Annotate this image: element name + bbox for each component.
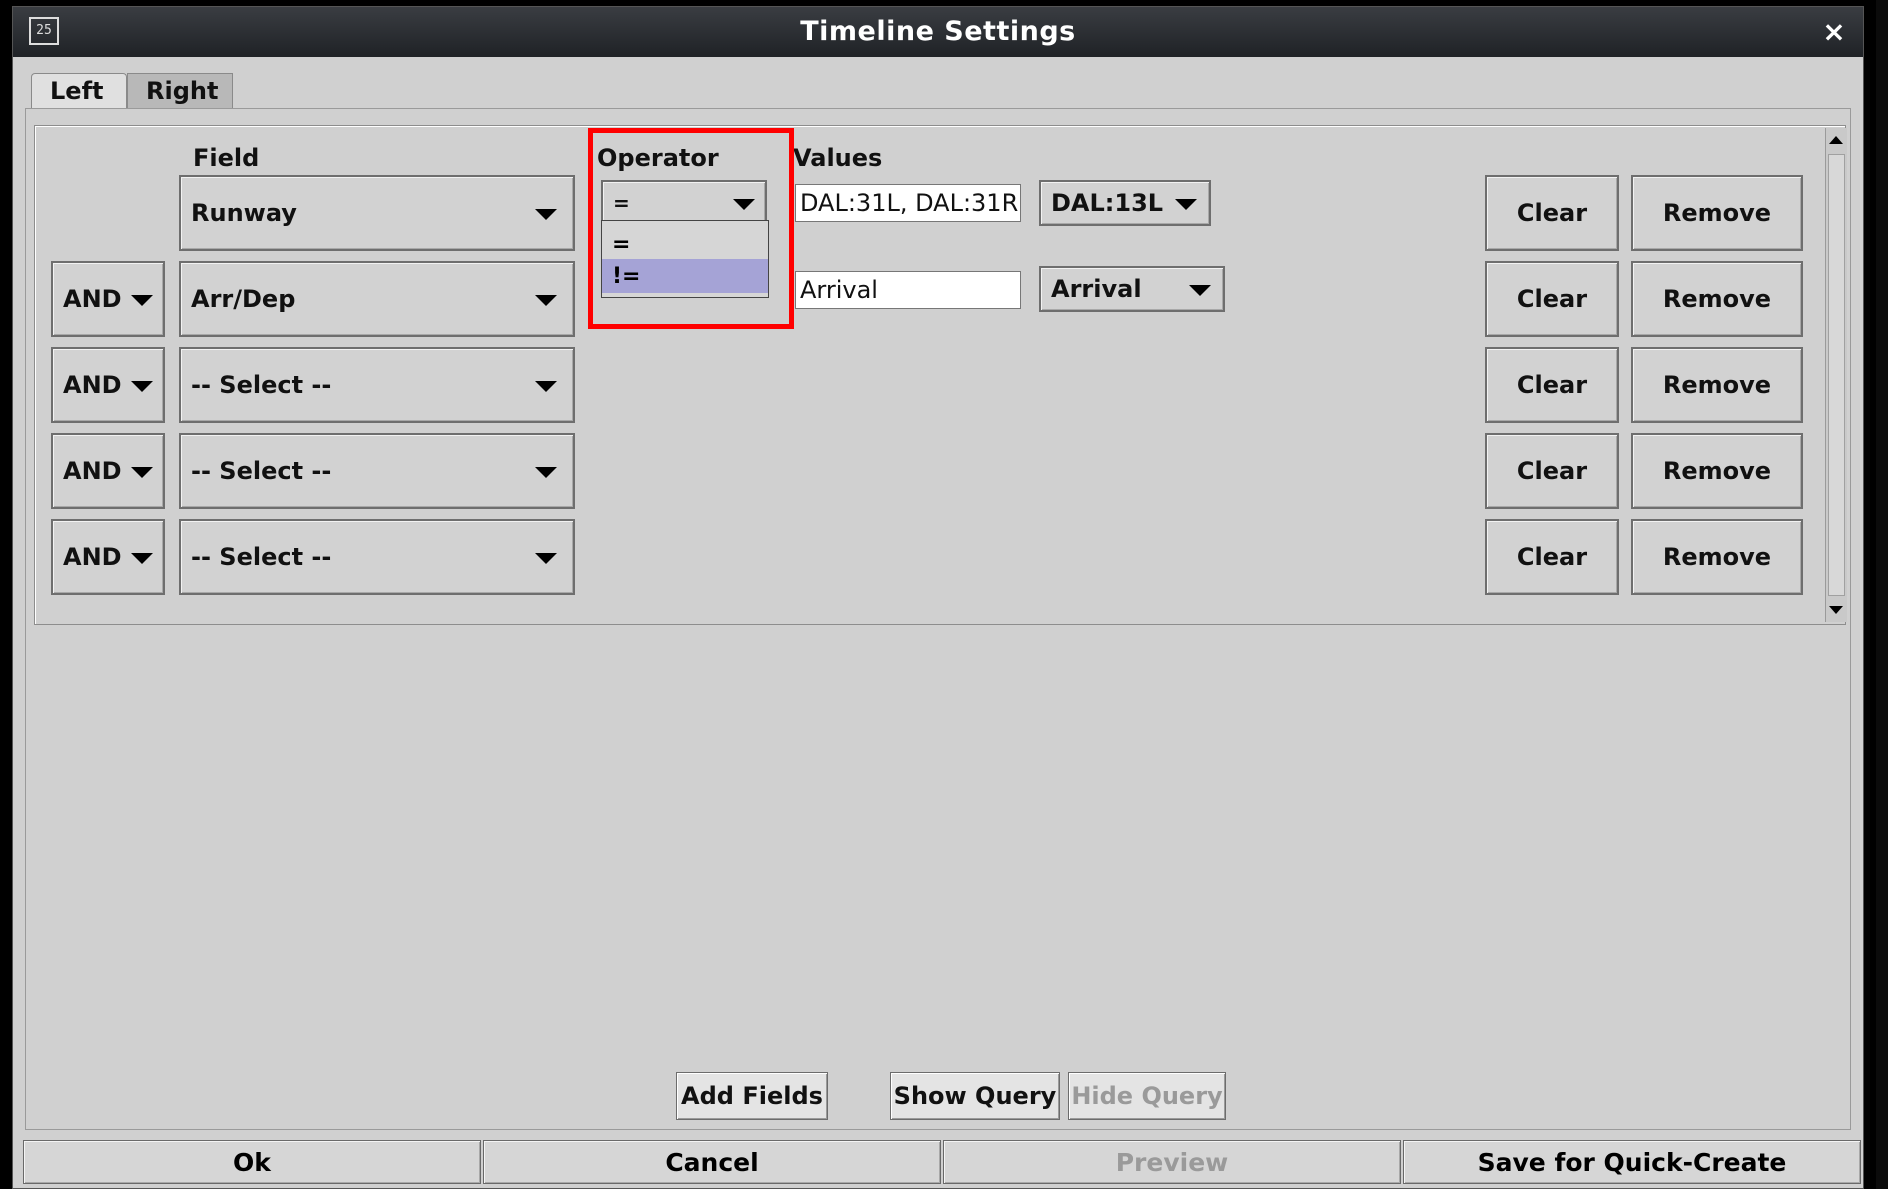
conjunction-select-row-2[interactable]: AND	[51, 261, 165, 337]
operator-highlight-box	[588, 128, 794, 329]
title-bar[interactable]: 25 Timeline Settings ×	[13, 7, 1863, 57]
values-text-field-row-2[interactable]: Arrival	[795, 271, 1021, 309]
field-select-row-5[interactable]: -- Select --	[179, 519, 575, 595]
tab-right[interactable]: Right	[127, 73, 233, 109]
values-header: Values	[793, 144, 883, 172]
chevron-down-icon	[535, 295, 557, 306]
query-builder-panel: Field Operator Values Runway = DAL:31L, …	[34, 125, 1847, 625]
remove-button-row-3[interactable]: Remove	[1631, 347, 1803, 423]
values-select-value: DAL:13L	[1051, 189, 1164, 217]
conjunction-value: AND	[63, 543, 122, 571]
field-select-row-2[interactable]: Arr/Dep	[179, 261, 575, 337]
vertical-scrollbar[interactable]	[1825, 128, 1847, 622]
field-select-row-1[interactable]: Runway	[179, 175, 575, 251]
remove-button-row-1[interactable]: Remove	[1631, 175, 1803, 251]
values-select-row-2[interactable]: Arrival	[1039, 266, 1225, 312]
chevron-down-icon	[535, 381, 557, 392]
chevron-down-icon	[131, 295, 153, 306]
scroll-up-icon[interactable]	[1829, 136, 1843, 144]
chevron-down-icon	[535, 467, 557, 478]
chevron-down-icon	[535, 553, 557, 564]
remove-button-row-5[interactable]: Remove	[1631, 519, 1803, 595]
background-desktop	[1876, 0, 1888, 1189]
chevron-down-icon	[535, 209, 557, 220]
tab-left[interactable]: Left	[31, 73, 127, 109]
clear-button-row-3[interactable]: Clear	[1485, 347, 1619, 423]
ok-button[interactable]: Ok	[23, 1140, 481, 1184]
field-select-value: Runway	[191, 199, 297, 227]
chevron-down-icon	[131, 553, 153, 564]
add-fields-button[interactable]: Add Fields	[676, 1072, 828, 1120]
timeline-settings-dialog: 25 Timeline Settings × Left Right Field …	[12, 6, 1864, 1189]
conjunction-value: AND	[63, 457, 122, 485]
chevron-down-icon	[131, 467, 153, 478]
remove-button-row-2[interactable]: Remove	[1631, 261, 1803, 337]
scroll-track[interactable]	[1828, 154, 1845, 596]
save-for-quick-create-button[interactable]: Save for Quick-Create	[1403, 1140, 1861, 1184]
conjunction-select-row-3[interactable]: AND	[51, 347, 165, 423]
field-select-row-4[interactable]: -- Select --	[179, 433, 575, 509]
field-header: Field	[193, 144, 260, 172]
chevron-down-icon	[1189, 285, 1211, 296]
window-title: Timeline Settings	[800, 16, 1076, 47]
values-text-field-row-1[interactable]: DAL:31L, DAL:31R	[795, 184, 1021, 222]
clear-button-row-4[interactable]: Clear	[1485, 433, 1619, 509]
cancel-button[interactable]: Cancel	[483, 1140, 941, 1184]
close-icon[interactable]: ×	[1819, 17, 1849, 47]
tab-content-panel: Field Operator Values Runway = DAL:31L, …	[25, 108, 1851, 1130]
field-select-value: -- Select --	[191, 371, 332, 399]
clear-button-row-2[interactable]: Clear	[1485, 261, 1619, 337]
values-select-row-1[interactable]: DAL:13L	[1039, 180, 1211, 226]
conjunction-value: AND	[63, 371, 122, 399]
chevron-down-icon	[1175, 199, 1197, 210]
chevron-down-icon	[131, 381, 153, 392]
show-query-button[interactable]: Show Query	[890, 1072, 1060, 1120]
field-select-value: -- Select --	[191, 457, 332, 485]
field-select-value: -- Select --	[191, 543, 332, 571]
conjunction-value: AND	[63, 285, 122, 313]
clear-button-row-5[interactable]: Clear	[1485, 519, 1619, 595]
field-select-value: Arr/Dep	[191, 285, 296, 313]
remove-button-row-4[interactable]: Remove	[1631, 433, 1803, 509]
scroll-down-icon[interactable]	[1829, 606, 1843, 614]
conjunction-select-row-5[interactable]: AND	[51, 519, 165, 595]
field-select-row-3[interactable]: -- Select --	[179, 347, 575, 423]
conjunction-select-row-4[interactable]: AND	[51, 433, 165, 509]
values-select-value: Arrival	[1051, 275, 1142, 303]
preview-button[interactable]: Preview	[943, 1140, 1401, 1184]
clear-button-row-1[interactable]: Clear	[1485, 175, 1619, 251]
hide-query-button[interactable]: Hide Query	[1068, 1072, 1226, 1120]
